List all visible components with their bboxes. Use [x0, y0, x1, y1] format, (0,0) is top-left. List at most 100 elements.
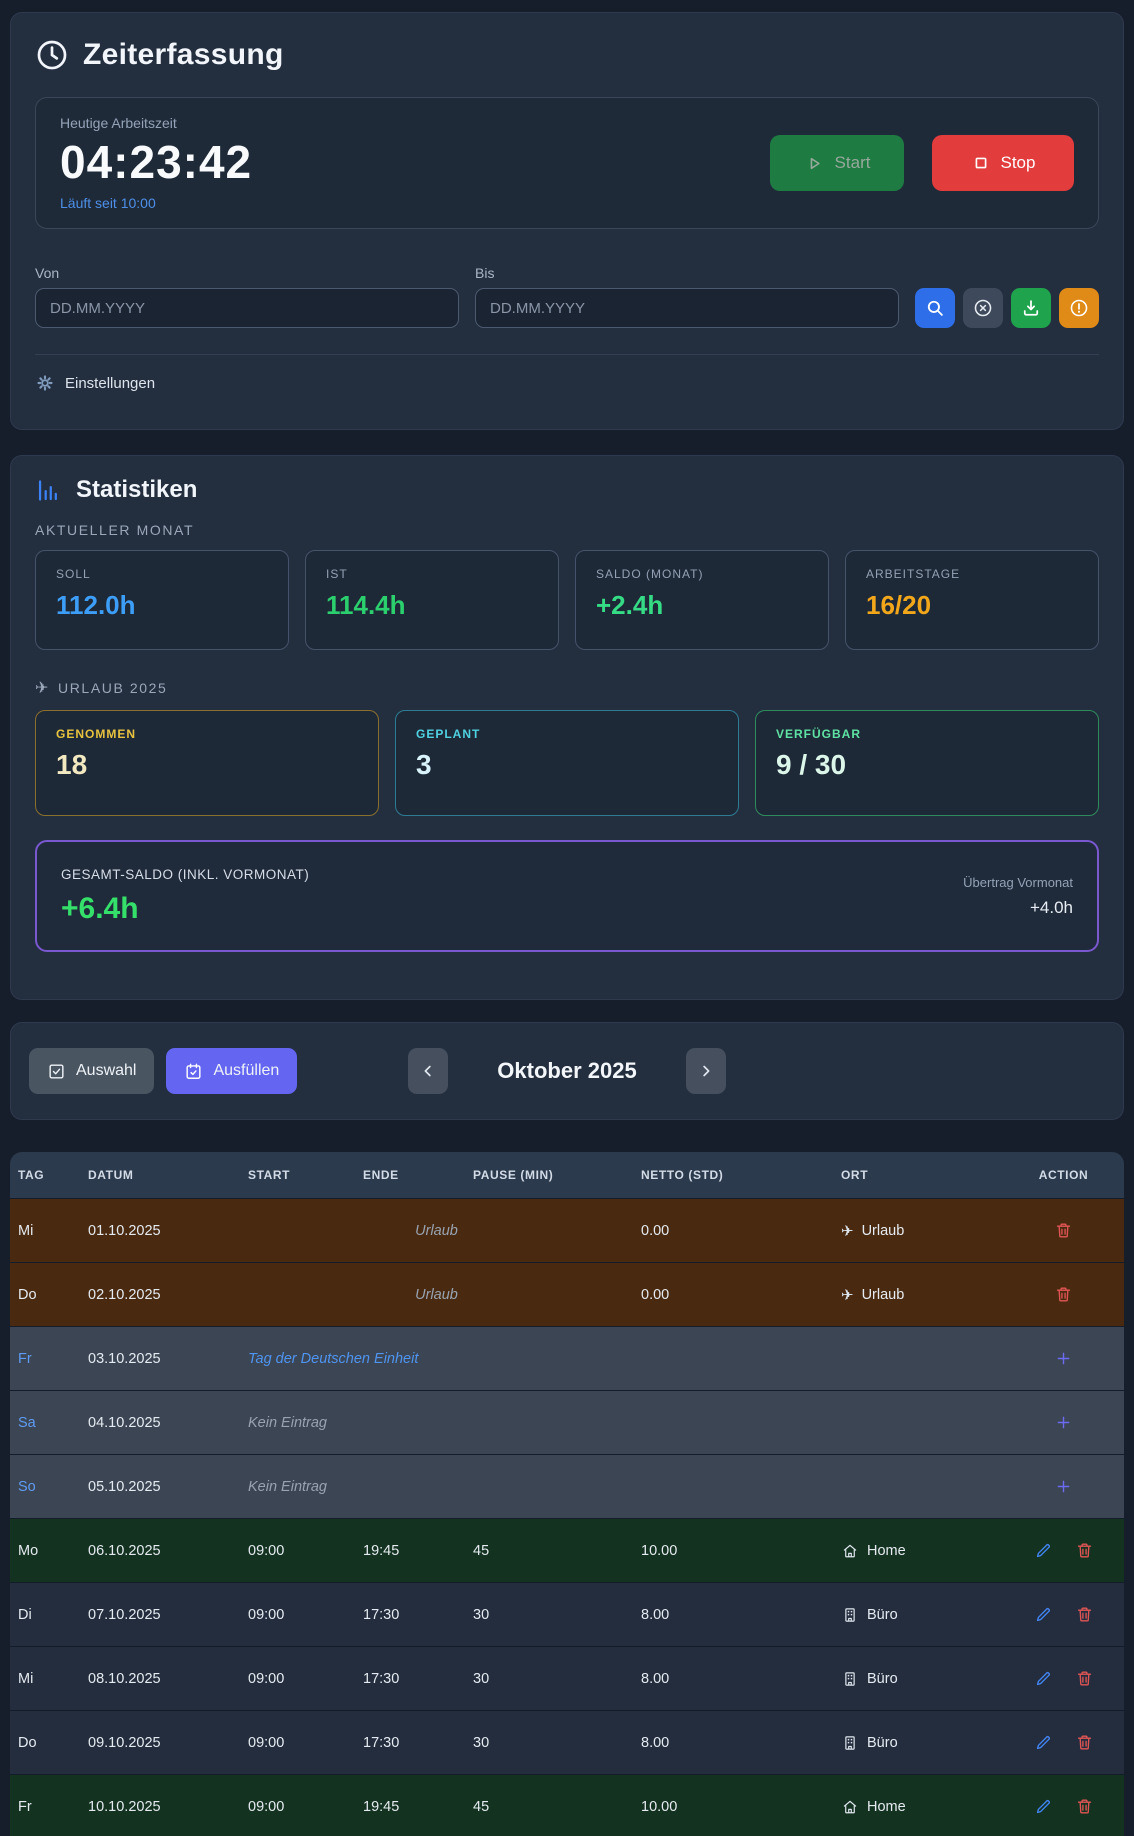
add-entry-button[interactable] — [1054, 1413, 1073, 1432]
pause-cell: 30 — [465, 1671, 633, 1687]
edit-entry-button[interactable] — [1034, 1797, 1053, 1816]
settings-link[interactable]: Einstellungen — [35, 373, 1099, 393]
plane-icon: ✈ — [841, 1222, 854, 1240]
month-navigation: Oktober 2025 — [408, 1048, 726, 1094]
actions-cell — [1003, 1413, 1124, 1432]
day-cell: Di — [10, 1607, 80, 1623]
edit-entry-button[interactable] — [1034, 1605, 1053, 1624]
vacation-grid: GENOMMEN 18 GEPLANT 3 VERFÜGBAR 9 / 30 — [35, 710, 1099, 816]
stat-box: SOLL 112.0h — [35, 550, 289, 650]
start-button[interactable]: Start — [770, 135, 904, 191]
delete-entry-button[interactable] — [1075, 1797, 1094, 1816]
stop-button-label: Stop — [1001, 153, 1036, 173]
von-date-input[interactable] — [35, 288, 459, 328]
previous-month-button[interactable] — [408, 1048, 448, 1094]
add-entry-button[interactable] — [1054, 1477, 1073, 1496]
chevron-left-icon — [419, 1062, 437, 1080]
column-header: ACTION — [1003, 1168, 1124, 1182]
pencil-icon — [1034, 1605, 1053, 1624]
total-saldo-label: GESAMT-SALDO (INKL. VORMONAT) — [61, 867, 309, 882]
column-header: DATUM — [80, 1168, 240, 1182]
ort-label: Büro — [867, 1671, 898, 1687]
month-stats-grid: SOLL 112.0h IST 114.4h SALDO (MONAT) +2.… — [35, 550, 1099, 650]
select-button[interactable]: Auswahl — [29, 1048, 154, 1094]
stop-button[interactable]: Stop — [932, 135, 1074, 191]
ort-cell: Home — [833, 1542, 1003, 1560]
ort-cell: Büro — [833, 1670, 1003, 1688]
date-cell: 01.10.2025 — [80, 1223, 240, 1239]
actions-cell — [1003, 1605, 1124, 1624]
timer-value: 04:23:42 — [60, 135, 252, 189]
fill-button[interactable]: Ausfüllen — [166, 1048, 297, 1094]
actions-cell — [1003, 1285, 1124, 1304]
actions-cell — [1003, 1221, 1124, 1240]
delete-entry-button[interactable] — [1054, 1285, 1073, 1304]
date-cell: 08.10.2025 — [80, 1671, 240, 1687]
delete-entry-button[interactable] — [1075, 1541, 1094, 1560]
total-saldo-box: GESAMT-SALDO (INKL. VORMONAT) +6.4h Über… — [35, 840, 1099, 952]
table-row: So 05.10.2025 Kein Eintrag — [10, 1454, 1124, 1518]
plus-icon — [1054, 1477, 1073, 1496]
delete-entry-button[interactable] — [1075, 1733, 1094, 1752]
column-header: TAG — [10, 1168, 80, 1182]
start-cell: 09:00 — [240, 1671, 355, 1687]
day-cell: Fr — [10, 1799, 80, 1815]
stat-value: 16/20 — [866, 590, 1078, 621]
statistics-card: Statistiken AKTUELLER MONAT SOLL 112.0h … — [10, 455, 1124, 1000]
ende-cell: 19:45 — [355, 1799, 465, 1815]
home-icon — [841, 1798, 859, 1816]
gear-icon — [35, 373, 55, 393]
actions-cell — [1003, 1733, 1124, 1752]
bis-label: Bis — [475, 265, 899, 281]
plane-icon: ✈ — [35, 678, 50, 698]
netto-cell: 8.00 — [633, 1607, 833, 1623]
circle-x-icon — [972, 297, 994, 319]
divider — [35, 354, 1099, 355]
statistics-title: Statistiken — [76, 476, 197, 504]
search-button[interactable] — [915, 288, 955, 328]
day-cell: Sa — [10, 1415, 80, 1431]
info-button[interactable] — [1059, 288, 1099, 328]
edit-entry-button[interactable] — [1034, 1541, 1053, 1560]
table-row: Fr 10.10.2025 09:00 19:45 45 10.00 Home — [10, 1774, 1124, 1836]
toolbar-card: Auswahl Ausfüllen Oktober 2025 — [10, 1022, 1124, 1120]
add-entry-button[interactable] — [1054, 1349, 1073, 1368]
play-icon — [804, 153, 825, 174]
statistics-header: Statistiken — [35, 476, 1099, 504]
day-cell: Fr — [10, 1351, 80, 1367]
delete-entry-button[interactable] — [1054, 1221, 1073, 1240]
actions-cell — [1003, 1669, 1124, 1688]
search-icon — [924, 297, 946, 319]
netto-cell: 10.00 — [633, 1799, 833, 1815]
vacation-box-value: 3 — [416, 749, 718, 781]
stat-box: SALDO (MONAT) +2.4h — [575, 550, 829, 650]
ende-cell: 17:30 — [355, 1735, 465, 1751]
download-button[interactable] — [1011, 288, 1051, 328]
delete-entry-button[interactable] — [1075, 1605, 1094, 1624]
delete-entry-button[interactable] — [1075, 1669, 1094, 1688]
note-cell: Tag der Deutschen Einheit — [240, 1351, 633, 1367]
clock-icon — [35, 38, 69, 72]
day-cell: Mo — [10, 1543, 80, 1559]
trash-icon — [1075, 1605, 1094, 1624]
netto-cell: 0.00 — [633, 1223, 833, 1239]
download-icon — [1020, 297, 1042, 319]
actions-cell — [1003, 1477, 1124, 1496]
entries-table: TAGDATUMSTARTENDEPAUSE (MIN)NETTO (STD)O… — [10, 1152, 1124, 1836]
next-month-button[interactable] — [686, 1048, 726, 1094]
day-cell: Mi — [10, 1671, 80, 1687]
von-label: Von — [35, 265, 459, 281]
netto-cell: 8.00 — [633, 1671, 833, 1687]
clear-button[interactable] — [963, 288, 1003, 328]
netto-cell: 0.00 — [633, 1287, 833, 1303]
ort-cell: Büro — [833, 1734, 1003, 1752]
edit-entry-button[interactable] — [1034, 1669, 1053, 1688]
stat-value: +2.4h — [596, 590, 808, 621]
stat-label: SOLL — [56, 567, 268, 581]
pause-cell: 45 — [465, 1543, 633, 1559]
edit-entry-button[interactable] — [1034, 1733, 1053, 1752]
fill-button-label: Ausfüllen — [213, 1062, 279, 1080]
vacation-box: GEPLANT 3 — [395, 710, 739, 816]
card-header: Zeiterfassung — [35, 33, 1099, 77]
bis-date-input[interactable] — [475, 288, 899, 328]
